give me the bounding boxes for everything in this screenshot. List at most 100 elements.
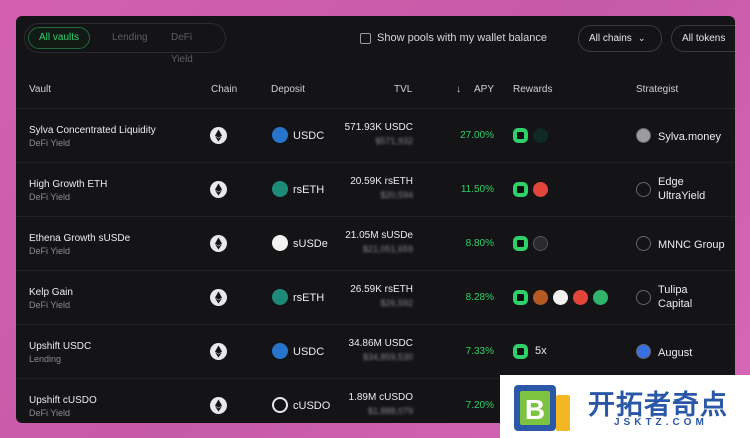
apy-value: 7.20% [465,400,494,411]
usdc-icon [272,343,288,359]
ethena-icon [533,235,548,251]
strategist-name[interactable]: August [658,346,692,360]
ethereum-icon [210,397,227,414]
wallet-balance-checkbox[interactable] [360,33,371,44]
apy-value: 8.80% [465,238,494,249]
mnnc-icon [636,236,651,251]
col-rewards[interactable]: Rewards [513,84,552,95]
vault-name[interactable]: Sylva Concentrated Liquidity [29,125,156,136]
strategist-name[interactable]: Edge UltraYield [658,175,705,203]
tulipa-icon [636,290,651,305]
deposit-token: rsETH [293,184,325,196]
fuel-icon [513,181,528,197]
strategist-name[interactable]: MNNC Group [658,238,725,252]
watermark: B 开拓者奇点 JSKTZ.COM [500,375,750,438]
wallet-balance-label[interactable]: Show pools with my wallet balance [377,32,547,44]
watermark-url: JSKTZ.COM [614,417,708,428]
tvl-usd: $26,592 [380,298,413,308]
chevron-down-icon: ⌄ [637,33,646,43]
vault-type: DeFi Yield [29,408,71,418]
tab-all-vaults[interactable]: All vaults [28,27,91,49]
edge-icon [636,182,651,197]
ethereum-icon [210,127,227,144]
rewards-list [513,235,553,251]
col-chain[interactable]: Chain [211,84,237,95]
col-vault[interactable]: Vault [29,84,51,95]
tokens-dropdown[interactable]: All tokens [671,25,735,52]
table-row[interactable]: Upshift USDC Lending USDC 34.86M USDC $34,85… [16,325,735,379]
deposit-token: USDC [293,130,325,142]
august-icon [636,344,651,359]
vault-name[interactable]: Kelp Gain [29,287,73,298]
tvl-usd: $21,051,659 [362,244,413,254]
table-header: Vault Chain Deposit TVL ↓ APY Rewards St… [16,82,735,100]
apy-value: 7.33% [465,346,494,357]
strategist-line-1: Edge [658,176,684,188]
susde-icon [272,235,288,251]
strategist-name[interactable]: Sylva.money [658,130,721,144]
watermark-logo-icon: B [514,385,570,431]
strategist-line-1: Sylva.money [658,131,721,143]
vault-type: DeFi Yield [29,192,71,202]
col-apy[interactable]: APY [474,84,494,95]
rewards-list [513,181,553,197]
usdc-icon [272,127,288,143]
vault-name[interactable]: Upshift USDC [29,341,91,352]
deposit-token: rsETH [293,292,325,304]
tab-lending[interactable]: Lending [102,27,158,49]
reward-multiplier: 5x [535,345,547,357]
tvl-usd: $1,888,079 [367,406,413,416]
vault-name[interactable]: Upshift cUSDO [29,395,97,406]
vault-type: Lending [29,354,62,364]
tvl-amount: 1.89M cUSDO [348,392,413,403]
apy-value: 11.50% [460,184,494,195]
fuel-icon [513,289,528,305]
table-row[interactable]: Sylva Concentrated Liquidity DeFi Yield US… [16,109,735,163]
symbiotic-icon [593,289,608,305]
table-row[interactable]: Ethena Growth sUSDe DeFi Yield sUSDe 21.05M… [16,217,735,271]
vault-type-tabs: All vaults Lending DeFi Yield [24,23,226,65]
fuel-icon [513,343,528,359]
sort-arrow-down-icon[interactable]: ↓ [456,84,461,95]
watermark-logo-letter: B [525,394,545,425]
rewards-list [513,127,553,143]
tvl-amount: 34.86M USDC [348,338,413,349]
chains-dropdown-label: All chains [589,33,632,44]
ethereum-icon [210,289,227,306]
strategist-line-1: MNNC Group [658,239,725,251]
strategist-line-1: Tulipa [658,284,688,296]
mellow-icon [533,127,548,143]
rseth-icon [272,181,288,197]
strategist-name[interactable]: Tulipa Capital [658,283,692,311]
deposit-token: cUSDO [293,400,331,412]
ether-fi-icon [533,181,548,197]
col-strategist[interactable]: Strategist [636,84,678,95]
vault-type: DeFi Yield [29,246,71,256]
col-deposit[interactable]: Deposit [271,84,305,95]
strategist-line-2: UltraYield [658,190,706,202]
sylva-icon [636,128,651,143]
tvl-amount: 26.59K rsETH [350,284,413,295]
ethereum-icon [210,343,227,360]
rewards-list [513,289,613,305]
table-row[interactable]: Kelp Gain DeFi Yield rsETH 26.59K rsETH $26,… [16,271,735,325]
ethereum-icon [210,235,227,252]
chains-dropdown[interactable]: All chains ⌄ [578,25,662,52]
vault-name[interactable]: High Growth ETH [29,179,107,190]
vault-name[interactable]: Ethena Growth sUSDe [29,233,130,244]
tab-defi-yield[interactable]: DeFi Yield [161,27,225,65]
deposit-token: sUSDe [293,238,328,250]
tvl-usd: $571,932 [375,136,413,146]
rewards-list: 5x [513,343,547,359]
table-row[interactable]: High Growth ETH DeFi Yield rsETH 20.59K rsE… [16,163,735,217]
tvl-amount: 571.93K USDC [344,122,413,133]
tvl-usd: $34,859,530 [362,352,413,362]
ethereum-icon [210,181,227,198]
strategist-line-2: Capital [658,298,693,310]
tokens-dropdown-label: All tokens [682,33,726,44]
vaults-panel: All vaults Lending DeFi Yield Show pools… [16,16,735,423]
cusdo-icon [272,397,288,413]
col-tvl[interactable]: TVL [394,84,412,95]
filter-bar: All vaults Lending DeFi Yield Show pools… [16,16,735,65]
vault-type: DeFi Yield [29,138,71,148]
